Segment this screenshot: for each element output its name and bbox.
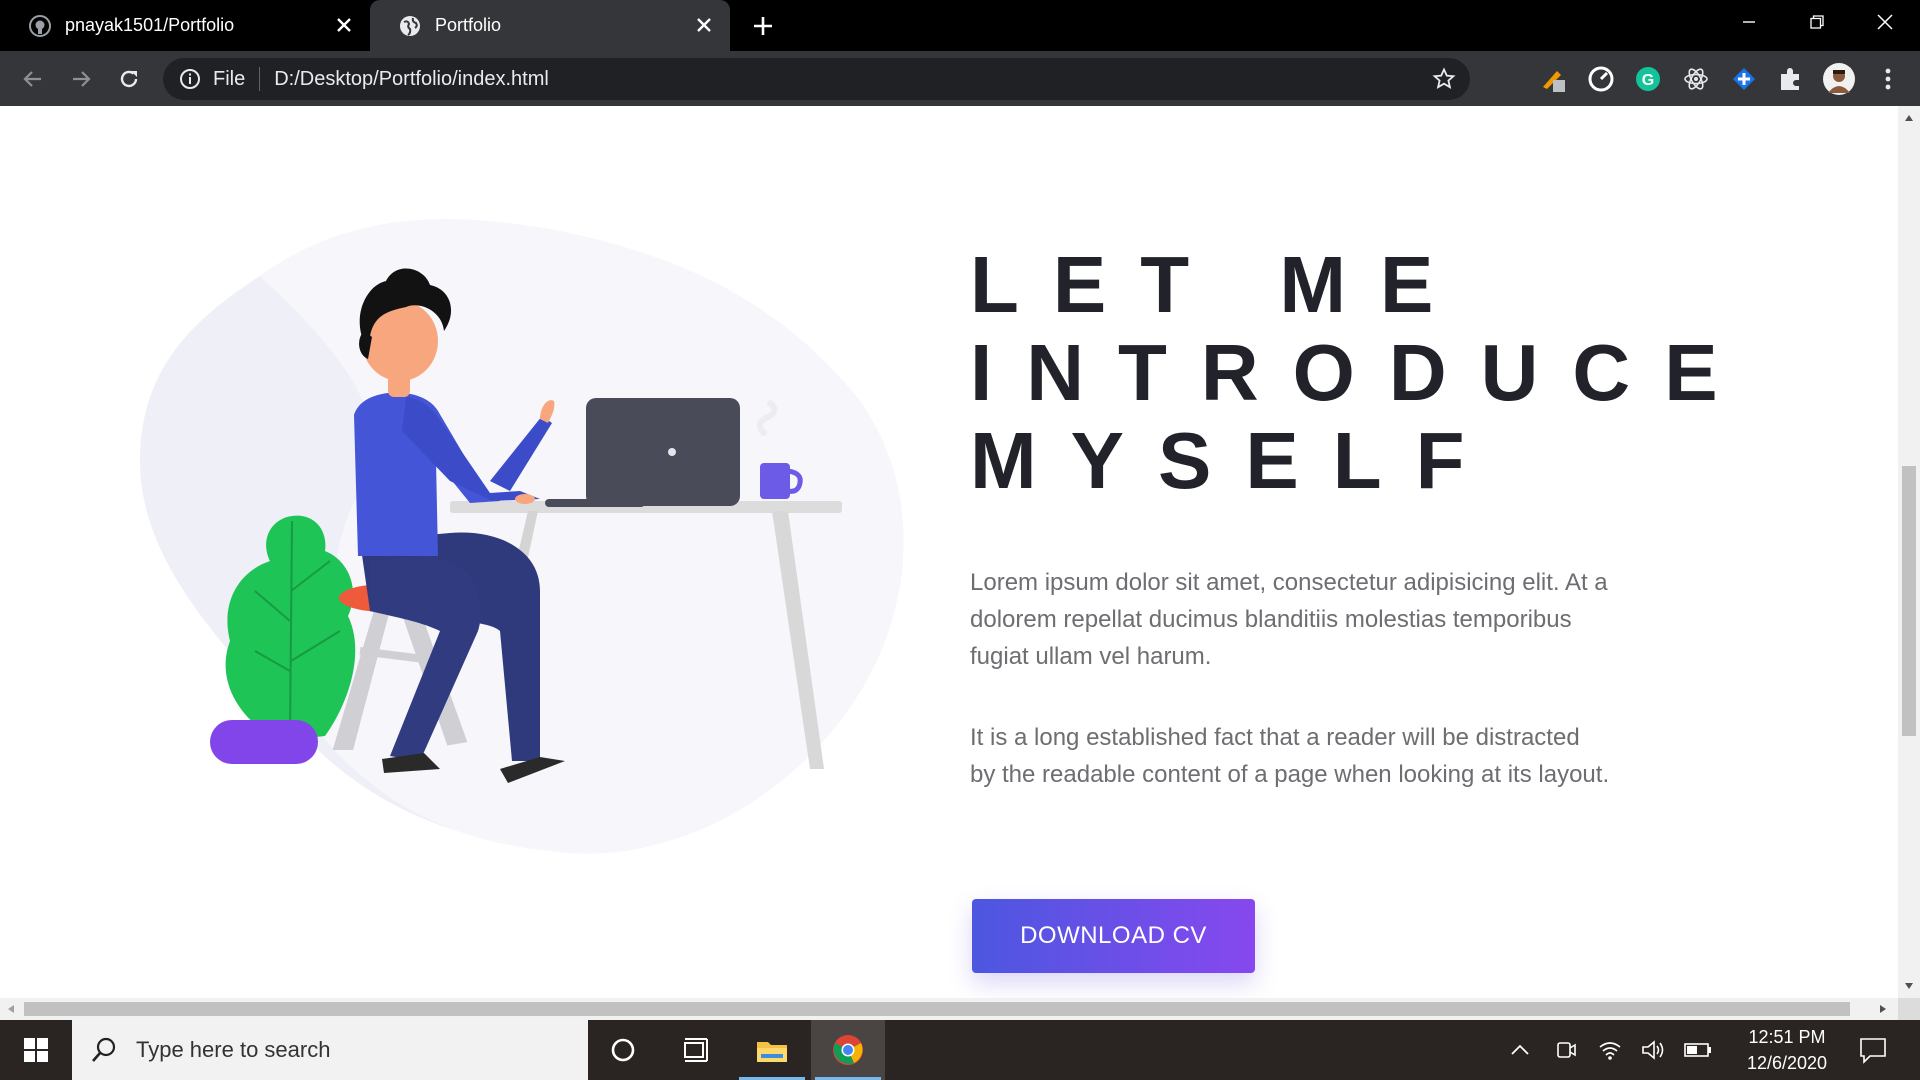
developer-at-desk-illustration	[140, 219, 904, 854]
close-tab-icon[interactable]	[332, 13, 356, 37]
svg-text:G: G	[1642, 72, 1654, 89]
chrome-icon[interactable]	[811, 1020, 885, 1080]
browser-toolbar: File D:/Desktop/Portfolio/index.html G	[0, 51, 1920, 106]
menu-kebab-icon[interactable]	[1874, 65, 1902, 93]
tab-title: Portfolio	[435, 15, 502, 35]
download-cv-button[interactable]: DOWNLOAD CV	[972, 899, 1255, 973]
pen-extension-icon[interactable]	[1539, 65, 1567, 93]
minimize-icon[interactable]	[1715, 0, 1783, 44]
tab-portfolio[interactable]: Portfolio	[370, 0, 730, 51]
search-placeholder: Type here to search	[136, 1037, 331, 1062]
heading-line: LET ME	[970, 240, 1468, 329]
back-arrow-icon[interactable]	[14, 60, 52, 98]
vertical-scrollbar[interactable]	[1898, 106, 1920, 998]
url-scheme: File	[213, 67, 246, 90]
grammarly-icon[interactable]: G	[1634, 65, 1662, 93]
heading-line: MYSELF	[970, 416, 1499, 505]
address-bar[interactable]: File D:/Desktop/Portfolio/index.html	[163, 58, 1470, 100]
show-hidden-icons-chevron-icon[interactable]	[1506, 1036, 1534, 1064]
blue-extension-icon[interactable]	[1730, 65, 1758, 93]
intro-paragraph: Lorem ipsum dolor sit amet, consectetur …	[970, 569, 1608, 670]
system-clock[interactable]: 12:51 PM 12/6/2020	[1732, 1024, 1842, 1076]
vertical-scroll-thumb[interactable]	[1902, 466, 1916, 736]
speedometer-extension-icon[interactable]	[1587, 65, 1615, 93]
scroll-left-arrow-icon[interactable]	[7, 1004, 15, 1014]
react-devtools-icon[interactable]	[1682, 65, 1710, 93]
task-view-icon[interactable]	[660, 1020, 734, 1080]
notifications-icon[interactable]	[1858, 1035, 1888, 1065]
new-tab-icon[interactable]	[748, 11, 778, 41]
profile-avatar[interactable]	[1823, 63, 1855, 95]
globe-icon	[399, 15, 421, 37]
windows-taskbar: Type here to search 12:51 PM 12/6/2020	[0, 1020, 1920, 1080]
divider	[259, 67, 261, 91]
file-explorer-icon[interactable]	[735, 1020, 809, 1080]
clock-date: 12/6/2020	[1746, 1053, 1828, 1073]
search-icon	[92, 1037, 116, 1062]
horizontal-scrollbar[interactable]	[0, 998, 1898, 1020]
volume-icon[interactable]	[1640, 1036, 1668, 1064]
info-icon[interactable]	[179, 68, 201, 90]
taskbar-search-box[interactable]: Type here to search	[72, 1020, 588, 1080]
close-tab-icon[interactable]	[692, 13, 716, 37]
restore-icon[interactable]	[1783, 0, 1851, 44]
github-icon	[29, 14, 51, 37]
windows-start-icon[interactable]	[0, 1020, 72, 1080]
horizontal-scroll-thumb[interactable]	[24, 1002, 1850, 1016]
clock-time: 12:51 PM	[1748, 1027, 1826, 1047]
reload-icon[interactable]	[110, 60, 148, 98]
scroll-right-arrow-icon[interactable]	[1879, 1004, 1887, 1014]
tab-github[interactable]: pnayak1501/Portfolio	[0, 0, 370, 51]
cortana-icon[interactable]	[586, 1020, 660, 1080]
heading-line: INTRODUCE	[970, 328, 1752, 417]
tab-title: pnayak1501/Portfolio	[65, 15, 235, 35]
bookmark-star-icon[interactable]	[1432, 67, 1456, 91]
window-close-icon[interactable]	[1851, 0, 1919, 44]
extensions-puzzle-icon[interactable]	[1777, 65, 1805, 93]
url-text[interactable]: D:/Desktop/Portfolio/index.html	[274, 68, 549, 91]
meet-now-icon[interactable]	[1552, 1036, 1580, 1064]
browser-tab-strip: pnayak1501/Portfolio Portfolio	[0, 0, 1920, 51]
wifi-icon[interactable]	[1596, 1036, 1624, 1064]
page-heading: LET ME INTRODUCE MYSELF	[970, 240, 1752, 505]
page-viewport: LET ME INTRODUCE MYSELF Lorem ipsum dolo…	[0, 106, 1898, 998]
battery-icon[interactable]	[1684, 1036, 1712, 1064]
scroll-up-arrow-icon[interactable]	[1904, 114, 1914, 122]
forward-arrow-icon[interactable]	[62, 60, 100, 98]
intro-paragraph-2: It is a long established fact that a rea…	[970, 724, 1610, 788]
scrollbar-corner	[1898, 998, 1920, 1020]
scroll-down-arrow-icon[interactable]	[1904, 982, 1914, 990]
